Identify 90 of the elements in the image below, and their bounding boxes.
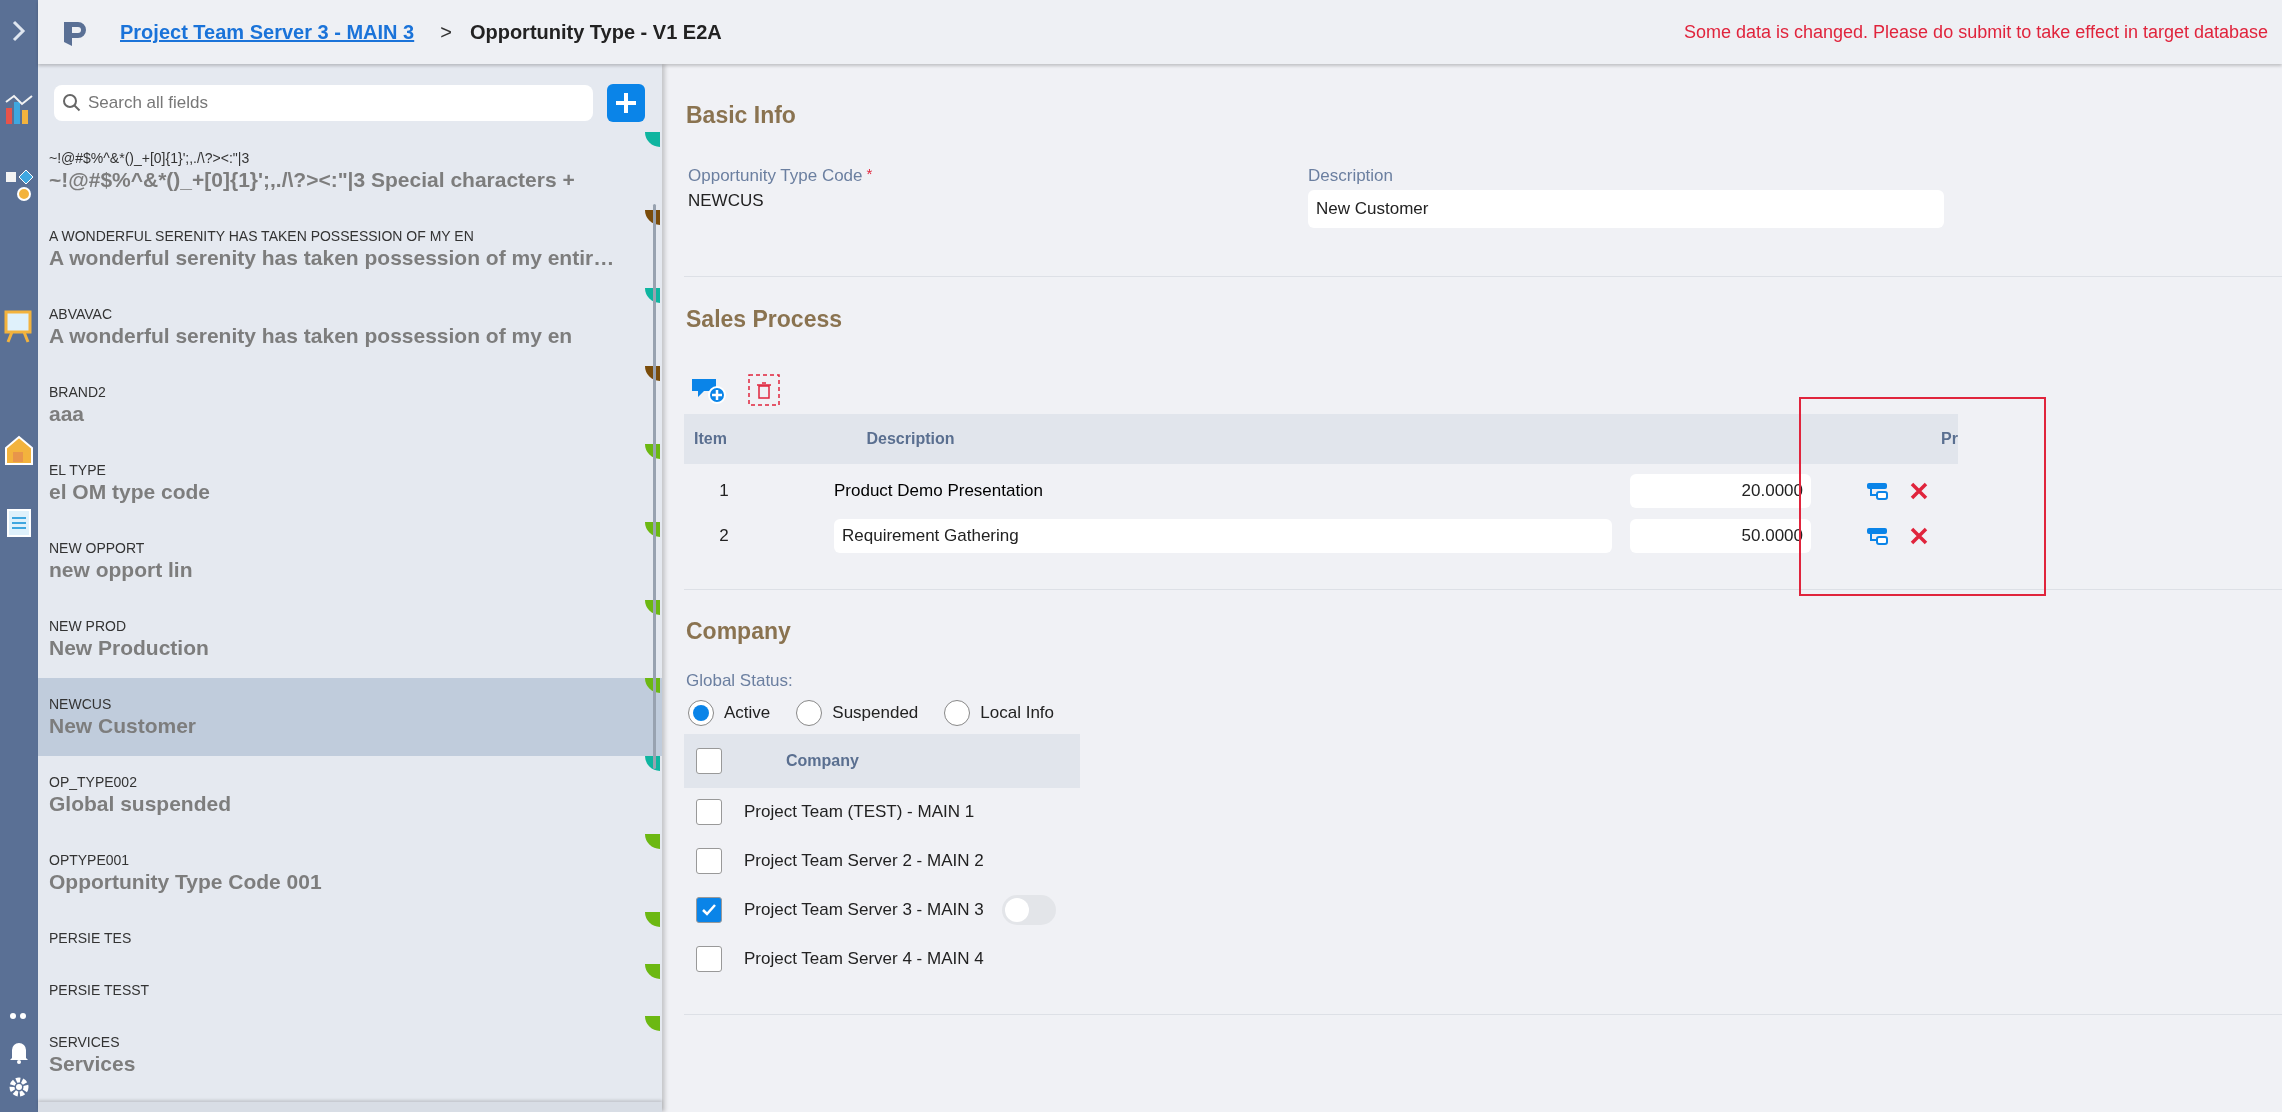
item-code: OP_TYPE002 bbox=[49, 773, 138, 791]
description-text: Product Demo Presentation bbox=[834, 480, 1044, 503]
item-number: 2 bbox=[718, 525, 730, 548]
radio-button[interactable] bbox=[796, 699, 823, 726]
radio-label: Local Info bbox=[980, 701, 1055, 724]
item-name: A wonderful serenity has taken possession of my en bbox=[49, 323, 574, 349]
field-value: NEWCUS bbox=[688, 190, 765, 212]
item-code: SERVICES bbox=[49, 1033, 121, 1051]
list-item[interactable]: SERVICES Services bbox=[38, 1016, 662, 1094]
company-checkbox[interactable] bbox=[696, 946, 722, 972]
company-name: Project Team (TEST) - MAIN 1 bbox=[744, 801, 975, 824]
search-icon bbox=[62, 93, 82, 113]
column-header: Description bbox=[866, 428, 956, 449]
company-name: Project Team Server 4 - MAIN 4 bbox=[744, 948, 984, 971]
easel-icon[interactable] bbox=[4, 308, 34, 344]
toggle-switch[interactable] bbox=[1001, 895, 1056, 925]
list-item[interactable]: PERSIE TES bbox=[38, 912, 662, 964]
list-item[interactable]: ~!@#$%^&*()_+[0]{1}';,./\?><:"|3 ~!@#$%^&*()_+[0]{1}';,./\?><:"|3 Special characters + bbox=[38, 132, 662, 210]
delete-icon[interactable] bbox=[1910, 482, 1928, 500]
item-code: NEW OPPORT bbox=[49, 539, 146, 557]
status-radio[interactable]: Local Info bbox=[944, 699, 1055, 726]
item-code: BRAND2 bbox=[49, 383, 107, 401]
item-name: ~!@#$%^&*()_+[0]{1}';,./\?><:"|3 Special characters + bbox=[49, 167, 576, 193]
item-name: Services bbox=[49, 1051, 137, 1077]
item-code: ABVAVAC bbox=[49, 305, 114, 323]
add-button[interactable] bbox=[607, 84, 645, 122]
item-name: aaa bbox=[49, 401, 86, 427]
item-code: A WONDERFUL SERENITY HAS TAKEN POSSESSION OF MY EN bbox=[49, 227, 475, 245]
status-radio[interactable]: Active bbox=[688, 699, 771, 726]
status-radio[interactable]: Suspended bbox=[796, 699, 919, 726]
flowchart-icon[interactable] bbox=[4, 168, 34, 202]
breadcrumb-link[interactable]: Project Team Server 3 - MAIN 3 bbox=[120, 17, 415, 47]
description-input[interactable]: Requirement Gathering bbox=[834, 519, 1612, 553]
page-title: Opportunity Type - V1 E2A bbox=[469, 20, 722, 45]
field-label: Global Status: bbox=[686, 670, 794, 692]
settings-icon[interactable] bbox=[8, 1076, 30, 1098]
sub-item-icon[interactable] bbox=[1866, 527, 1888, 545]
item-name: New Customer bbox=[49, 713, 198, 739]
chart-icon[interactable] bbox=[4, 92, 34, 126]
list-item[interactable]: PERSIE TESST bbox=[38, 964, 662, 1016]
item-name: Global suspended bbox=[49, 791, 233, 817]
item-code: NEW PROD bbox=[49, 617, 127, 635]
column-header: Company bbox=[786, 750, 859, 771]
item-code: PERSIE TES bbox=[49, 929, 133, 947]
item-code: ~!@#$%^&*()_+[0]{1}';,./\?><:"|3 bbox=[49, 149, 251, 167]
radio-button[interactable] bbox=[688, 699, 714, 726]
delete-icon[interactable] bbox=[1910, 527, 1928, 545]
scrollbar-thumb[interactable] bbox=[653, 204, 656, 769]
field-label: Description bbox=[1308, 164, 1395, 187]
field-label: Opportunity Type Code bbox=[688, 164, 863, 187]
item-code: OPTYPE001 bbox=[49, 851, 131, 869]
item-name: New Production bbox=[49, 635, 210, 661]
item-name: A wonderful serenity has taken possession of my entir… bbox=[49, 245, 616, 271]
list-item[interactable]: OPTYPE001 Opportunity Type Code 001 bbox=[38, 834, 662, 912]
section-title: Company bbox=[686, 616, 792, 646]
company-checkbox[interactable] bbox=[696, 848, 722, 874]
item-code: PERSIE TESST bbox=[49, 981, 151, 999]
item-code: NEWCUS bbox=[49, 695, 113, 713]
company-checkbox[interactable] bbox=[696, 799, 722, 825]
item-number: 1 bbox=[718, 480, 730, 503]
item-code: EL TYPE bbox=[49, 461, 107, 479]
list-item[interactable]: NEWCUS New Customer bbox=[38, 678, 662, 756]
more-icon[interactable] bbox=[9, 1012, 29, 1020]
radio-label: Suspended bbox=[832, 701, 919, 724]
search-field[interactable]: Search all fields bbox=[54, 85, 593, 121]
company-name: Project Team Server 3 - MAIN 3 bbox=[744, 899, 984, 922]
item-name: new opport lin bbox=[49, 557, 194, 583]
delete-rows-icon[interactable] bbox=[748, 373, 780, 406]
bell-icon[interactable] bbox=[8, 1040, 30, 1064]
item-name: el OM type code bbox=[49, 479, 212, 505]
section-title: Sales Process bbox=[686, 305, 843, 334]
company-name: Project Team Server 2 - MAIN 2 bbox=[744, 850, 984, 873]
unsaved-notice: Some data is changed. Please do submit to take effect in target database bbox=[1683, 20, 2268, 44]
column-header: Pr bbox=[1941, 428, 1958, 449]
plus-icon bbox=[614, 91, 638, 115]
sub-item-icon[interactable] bbox=[1866, 482, 1888, 500]
radio-button[interactable] bbox=[944, 699, 971, 726]
checkmark-icon bbox=[701, 903, 717, 917]
column-header: Item bbox=[694, 428, 728, 449]
house-icon[interactable] bbox=[4, 434, 34, 466]
document-icon[interactable] bbox=[5, 508, 33, 538]
chevron-right-icon[interactable] bbox=[12, 20, 26, 42]
company-checkbox[interactable] bbox=[696, 897, 722, 923]
required-mark: * bbox=[866, 163, 873, 184]
section-title: Basic Info bbox=[686, 101, 797, 130]
item-name: Opportunity Type Code 001 bbox=[49, 869, 323, 895]
breadcrumb-separator: > bbox=[440, 20, 452, 45]
radio-label: Active bbox=[724, 701, 771, 724]
select-all-checkbox[interactable] bbox=[696, 747, 722, 774]
description-input[interactable]: New Customer bbox=[1308, 190, 1944, 228]
